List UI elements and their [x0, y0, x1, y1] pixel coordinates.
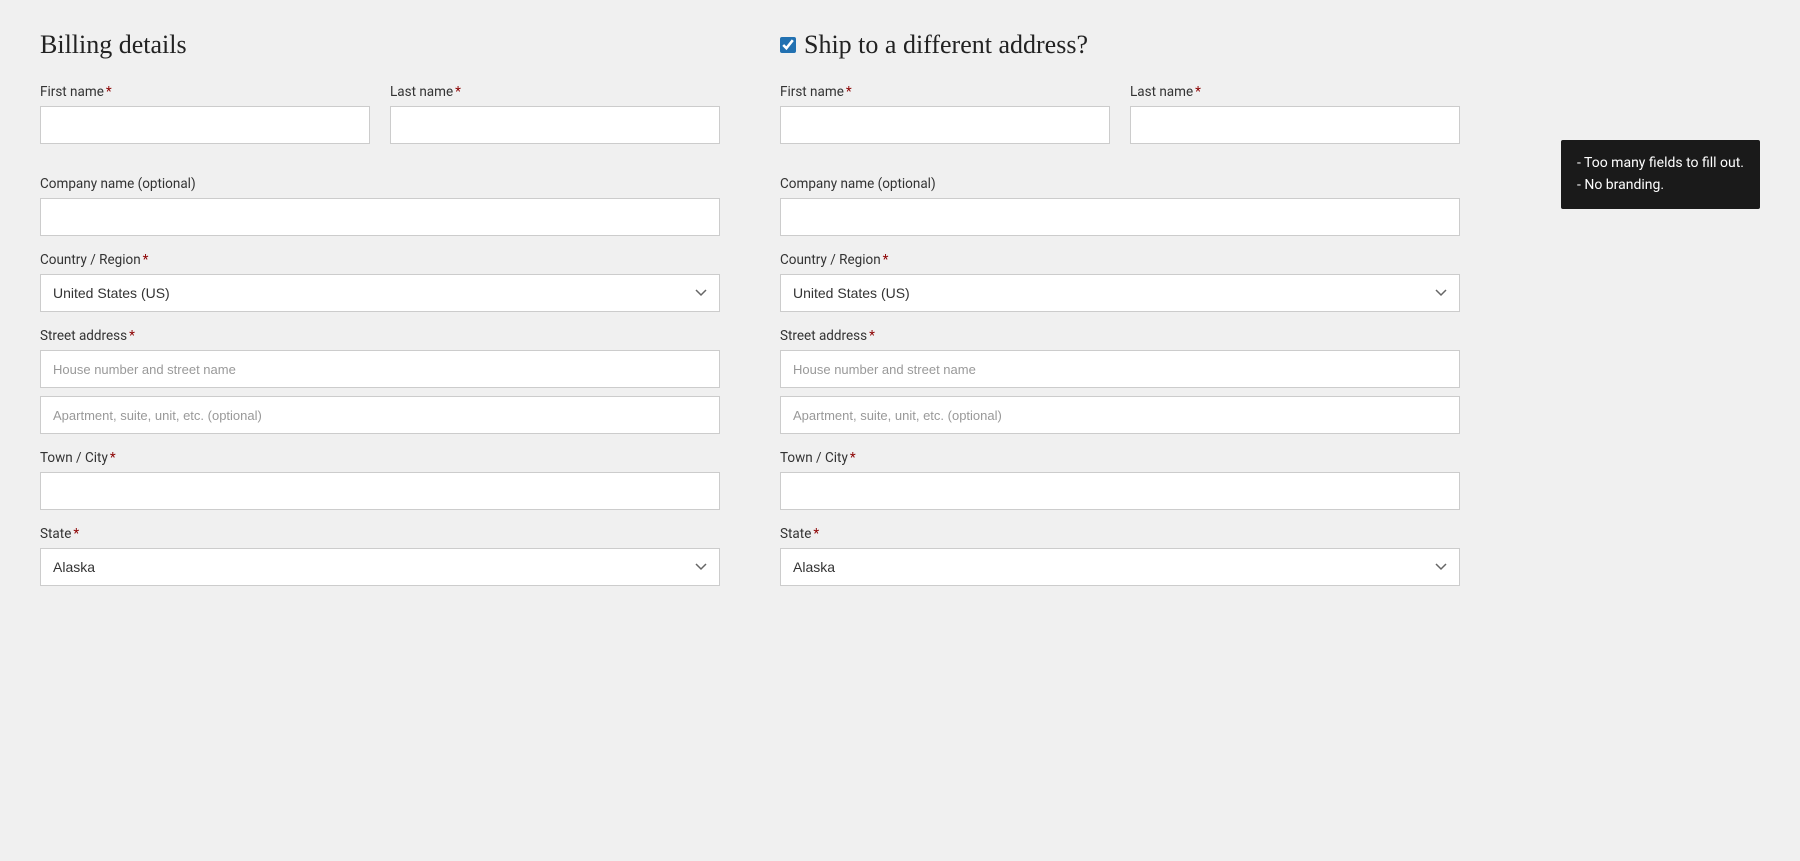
shipping-street-group: Street address*	[780, 328, 1460, 434]
shipping-street-input-2[interactable]	[780, 396, 1460, 434]
billing-city-required: *	[110, 450, 116, 466]
billing-title: Billing details	[40, 30, 720, 60]
shipping-street-label: Street address*	[780, 328, 1460, 344]
shipping-last-name-input[interactable]	[1130, 106, 1460, 144]
billing-state-group: State* Alaska	[40, 526, 720, 586]
billing-street-label: Street address*	[40, 328, 720, 344]
billing-last-name-input[interactable]	[390, 106, 720, 144]
billing-country-label: Country / Region*	[40, 252, 720, 268]
shipping-country-required: *	[883, 252, 889, 268]
billing-country-group: Country / Region* United States (US)	[40, 252, 720, 312]
billing-city-label: Town / City*	[40, 450, 720, 466]
billing-street-group: Street address*	[40, 328, 720, 434]
shipping-state-group: State* Alaska	[780, 526, 1460, 586]
shipping-city-input[interactable]	[780, 472, 1460, 510]
billing-first-name-label: First name*	[40, 84, 370, 100]
shipping-first-name-required: *	[846, 84, 852, 100]
shipping-title: Ship to a different address?	[804, 30, 1088, 60]
shipping-first-name-input[interactable]	[780, 106, 1110, 144]
billing-country-select[interactable]: United States (US)	[40, 274, 720, 312]
billing-first-name-group: First name*	[40, 84, 370, 144]
billing-company-label: Company name (optional)	[40, 176, 720, 192]
billing-city-input[interactable]	[40, 472, 720, 510]
billing-state-label: State*	[40, 526, 720, 542]
shipping-city-required: *	[850, 450, 856, 466]
billing-last-name-group: Last name*	[390, 84, 720, 144]
billing-section: Billing details First name* Last name* C…	[40, 30, 720, 602]
shipping-state-label: State*	[780, 526, 1460, 542]
shipping-country-select[interactable]: United States (US)	[780, 274, 1460, 312]
billing-name-row: First name* Last name*	[40, 84, 720, 160]
billing-first-name-input[interactable]	[40, 106, 370, 144]
tooltip-line2: - No branding.	[1577, 174, 1744, 196]
billing-state-required: *	[73, 526, 79, 542]
page-wrapper: Billing details First name* Last name* C…	[0, 0, 1800, 632]
billing-country-required: *	[143, 252, 149, 268]
shipping-country-label: Country / Region*	[780, 252, 1460, 268]
billing-street-input-1[interactable]	[40, 350, 720, 388]
billing-last-name-label: Last name*	[390, 84, 720, 100]
shipping-last-name-required: *	[1195, 84, 1201, 100]
billing-street-input-2[interactable]	[40, 396, 720, 434]
shipping-company-label: Company name (optional)	[780, 176, 1460, 192]
billing-last-name-required: *	[455, 84, 461, 100]
shipping-country-group: Country / Region* United States (US)	[780, 252, 1460, 312]
tooltip-line1: - Too many fields to fill out.	[1577, 152, 1744, 174]
shipping-name-row: First name* Last name*	[780, 84, 1460, 160]
shipping-street-input-1[interactable]	[780, 350, 1460, 388]
shipping-company-group: Company name (optional)	[780, 176, 1460, 236]
billing-first-name-required: *	[106, 84, 112, 100]
shipping-last-name-group: Last name*	[1130, 84, 1460, 144]
shipping-last-name-label: Last name*	[1130, 84, 1460, 100]
shipping-section: Ship to a different address? First name*…	[780, 30, 1460, 602]
billing-company-input[interactable]	[40, 198, 720, 236]
shipping-state-required: *	[813, 526, 819, 542]
shipping-company-input[interactable]	[780, 198, 1460, 236]
shipping-first-name-group: First name*	[780, 84, 1110, 144]
shipping-state-select[interactable]: Alaska	[780, 548, 1460, 586]
shipping-first-name-label: First name*	[780, 84, 1110, 100]
billing-city-group: Town / City*	[40, 450, 720, 510]
shipping-street-required: *	[869, 328, 875, 344]
shipping-city-label: Town / City*	[780, 450, 1460, 466]
shipping-city-group: Town / City*	[780, 450, 1460, 510]
billing-street-required: *	[129, 328, 135, 344]
tooltip-box: - Too many fields to fill out. - No bran…	[1561, 140, 1760, 209]
billing-company-group: Company name (optional)	[40, 176, 720, 236]
shipping-header: Ship to a different address?	[780, 30, 1460, 60]
shipping-checkbox[interactable]	[780, 37, 796, 53]
billing-state-select[interactable]: Alaska	[40, 548, 720, 586]
